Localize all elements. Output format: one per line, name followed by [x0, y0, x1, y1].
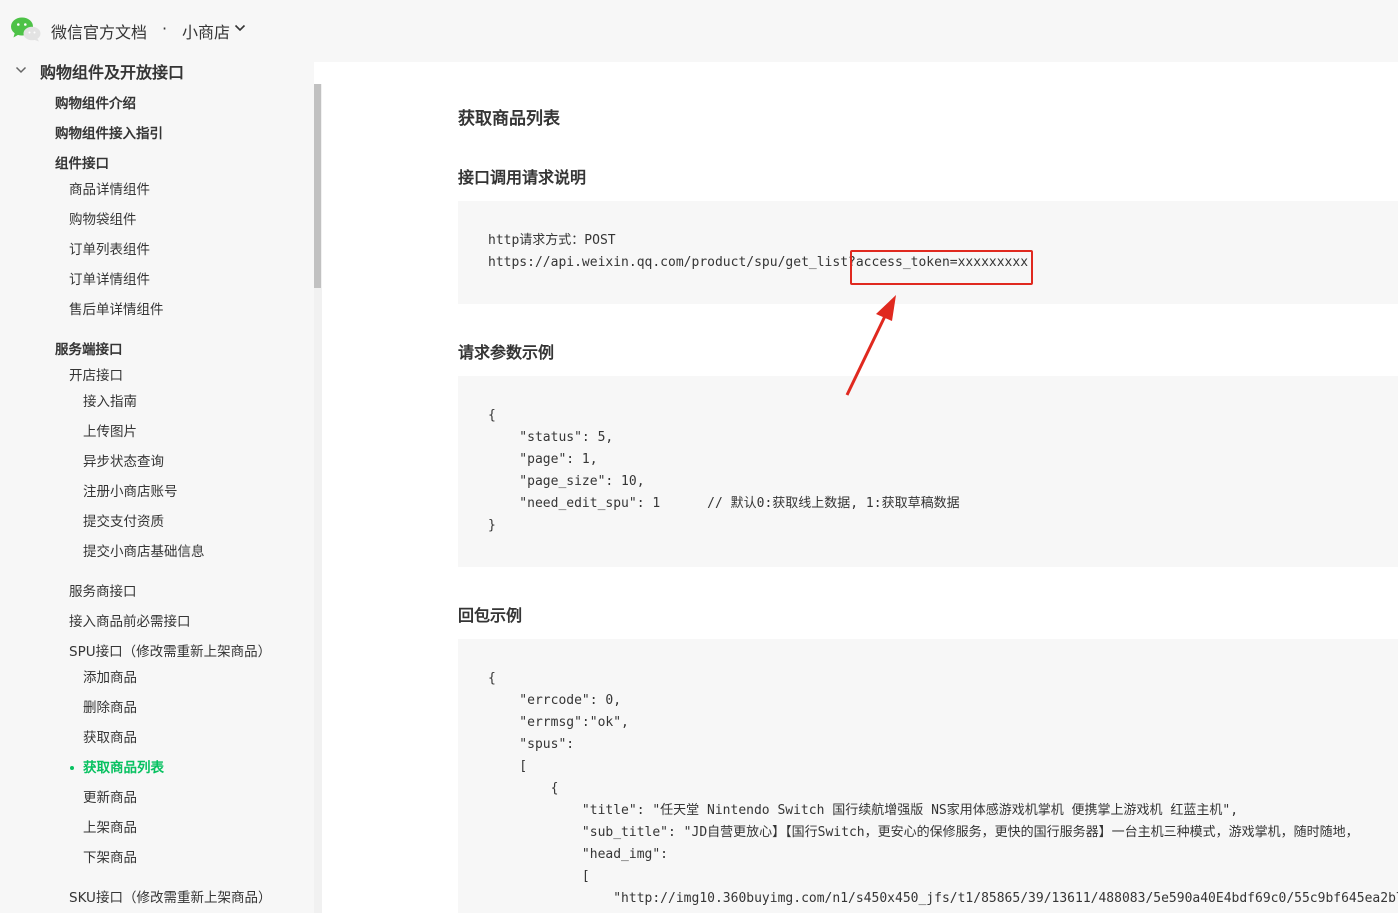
sidebar-item[interactable]: 删除商品	[83, 699, 137, 717]
sidebar-item[interactable]: 订单列表组件	[69, 241, 150, 259]
sidebar-item[interactable]: 商品详情组件	[69, 181, 150, 199]
section-heading-params: 请求参数示例	[458, 343, 555, 362]
product-selector[interactable]: 小商店	[182, 19, 230, 43]
sidebar-item[interactable]: SKU接口（修改需重新上架商品）	[69, 889, 271, 907]
chevron-down-icon[interactable]	[15, 66, 27, 74]
wechat-logo-icon[interactable]	[10, 16, 42, 42]
sidebar-item[interactable]: 接入指南	[83, 393, 137, 411]
sidebar-item[interactable]: 开店接口	[69, 367, 123, 385]
sidebar-item[interactable]: 上架商品	[83, 819, 137, 837]
sidebar-item[interactable]: SPU接口（修改需重新上架商品）	[69, 643, 271, 661]
sidebar-item[interactable]: 上传图片	[83, 423, 137, 441]
sidebar-item[interactable]: 注册小商店账号	[83, 483, 178, 501]
sidebar-item[interactable]: 订单详情组件	[69, 271, 150, 289]
sidebar-item[interactable]: 获取商品列表	[83, 759, 164, 777]
brand-title[interactable]: 微信官方文档	[51, 19, 147, 43]
sidebar-item[interactable]: 购物组件介绍	[55, 95, 136, 113]
sidebar-item[interactable]: 获取商品	[83, 729, 137, 747]
sidebar-item[interactable]: 组件接口	[55, 155, 109, 173]
sidebar-item[interactable]: 购物组件接入指引	[55, 125, 163, 143]
sidebar-item[interactable]: 服务商接口	[69, 583, 137, 601]
sidebar-item[interactable]: 更新商品	[83, 789, 137, 807]
section-heading-response: 回包示例	[458, 606, 523, 625]
sidebar-item[interactable]: 异步状态查询	[83, 453, 164, 471]
chevron-down-icon[interactable]	[234, 24, 246, 32]
sidebar-item[interactable]: 接入商品前必需接口	[69, 613, 191, 631]
sidebar-nav: 购物组件及开放接口 购物组件介绍购物组件接入指引 组件接口商品详情组件 购物袋组件订…	[0, 62, 314, 913]
section-heading-request: 接口调用请求说明	[458, 168, 587, 187]
response-code: { "errcode": 0, "errmsg":"ok", "spus": […	[488, 671, 1398, 906]
sidebar-item[interactable]: 下架商品	[83, 849, 137, 867]
annotation-highlight-box	[850, 250, 1033, 285]
page-title: 获取商品列表	[458, 109, 560, 129]
sidebar-scrollbar-thumb[interactable]	[314, 84, 321, 288]
active-indicator-dot	[70, 766, 74, 770]
sidebar-section-header[interactable]: 购物组件及开放接口	[0, 62, 314, 83]
sidebar-item[interactable]: 添加商品	[83, 669, 137, 687]
sidebar-section-title[interactable]: 购物组件及开放接口	[40, 62, 184, 83]
sidebar-item[interactable]: 提交小商店基础信息	[83, 543, 205, 561]
sidebar-item[interactable]: 购物袋组件	[69, 211, 137, 229]
sidebar-item[interactable]: 服务端接口	[55, 341, 123, 359]
params-code: { "status": 5, "page": 1, "page_size": 1…	[488, 408, 960, 533]
sidebar-item[interactable]: 售后单详情组件	[69, 301, 164, 319]
top-header: 微信官方文档 · 小商店	[0, 0, 1398, 62]
annotation-arrow-icon	[845, 295, 896, 396]
breadcrumb-separator: ·	[162, 19, 168, 38]
sidebar-item[interactable]: 提交支付资质	[83, 513, 164, 531]
